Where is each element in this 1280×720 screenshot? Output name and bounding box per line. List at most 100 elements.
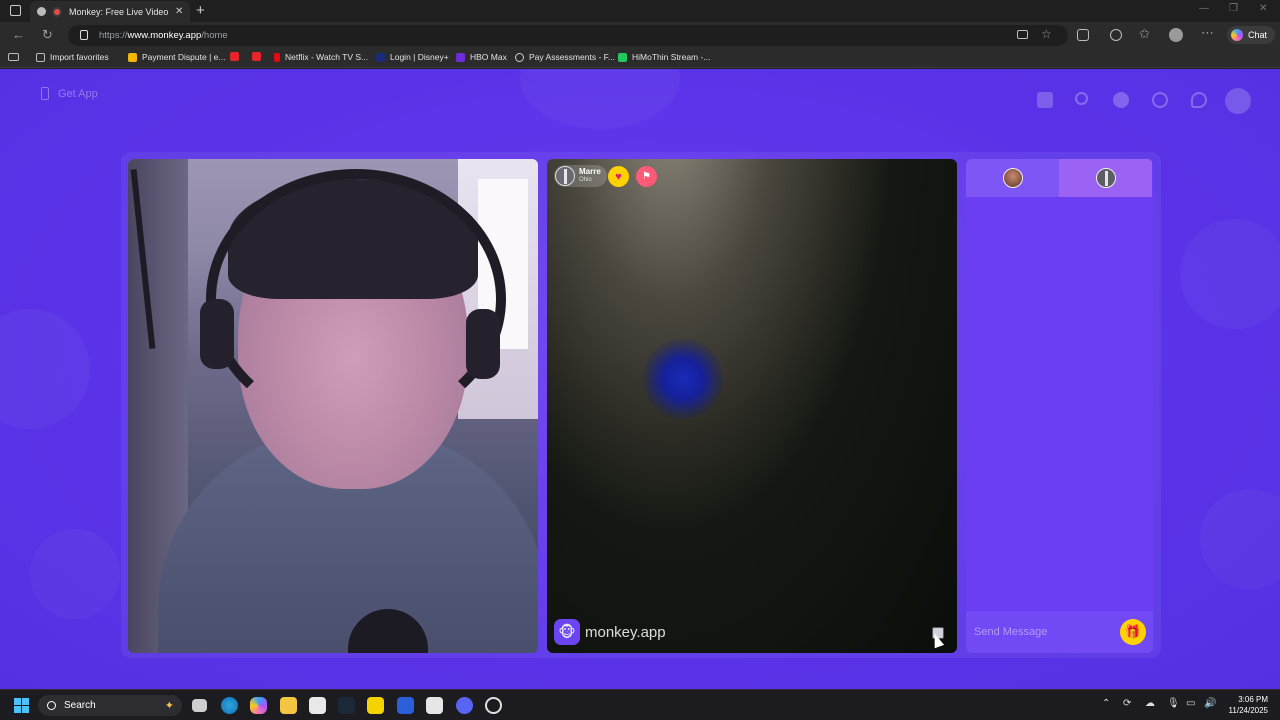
search-icon[interactable] xyxy=(1075,92,1088,105)
workspace-icon xyxy=(37,7,46,16)
browser-tab-monkey[interactable]: Monkey: Free Live Video Ch ✕ xyxy=(30,1,190,22)
onedrive-icon[interactable]: ☁ xyxy=(1145,698,1155,709)
heart-icon[interactable]: ♥ xyxy=(608,166,629,187)
background-bubble xyxy=(0,309,90,429)
chat-tab-peer[interactable] xyxy=(1059,159,1152,197)
tab-actions-icon[interactable] xyxy=(10,5,21,16)
copilot-icon xyxy=(1231,29,1243,41)
peer-info-badge[interactable]: Marre Ohio xyxy=(554,165,607,187)
send-message-input[interactable] xyxy=(974,626,1114,638)
browser-toolbar: ← ↻ https://www.monkey.app/home ☆ ✩ ⋯ Ch… xyxy=(0,22,1280,48)
headset-earcup-left xyxy=(200,299,234,369)
browser-essentials-icon[interactable] xyxy=(1110,29,1122,41)
monkey-favicon-icon xyxy=(52,6,62,17)
show-hidden-icons-icon[interactable]: ⌃ xyxy=(1102,698,1110,709)
discord-icon[interactable] xyxy=(456,697,473,714)
microsoft-store-icon[interactable] xyxy=(309,697,326,714)
new-tab-button[interactable]: + xyxy=(196,2,205,19)
background-bubble xyxy=(30,529,120,619)
extensions-icon[interactable] xyxy=(1077,29,1089,41)
messages-icon[interactable] xyxy=(1191,92,1207,108)
search-icon xyxy=(47,701,56,710)
camera-icon[interactable] xyxy=(1017,30,1028,39)
bookmarks-bar: Import favorites Payment Dispute | e... … xyxy=(0,48,1280,68)
bookmark-pay-assessments[interactable]: Pay Assessments - F... xyxy=(515,52,615,62)
task-view-icon[interactable] xyxy=(192,699,207,712)
bookmark-disney[interactable]: Login | Disney+ xyxy=(376,52,449,62)
favorites-icon[interactable]: ✩ xyxy=(1139,26,1150,42)
bookmark-payment-dispute[interactable]: Payment Dispute | e... xyxy=(128,52,225,62)
user-avatar-icon[interactable] xyxy=(1225,88,1251,114)
bookmark-youtube-2[interactable] xyxy=(252,52,266,61)
address-bar[interactable]: https://www.monkey.app/home ☆ xyxy=(68,25,1068,46)
self-video-feed xyxy=(128,159,538,653)
bookmark-import-favorites[interactable]: Import favorites xyxy=(36,52,109,62)
clock-time: 3:06 PM xyxy=(1238,695,1268,704)
windows-start-icon[interactable] xyxy=(14,698,29,713)
get-app-label: Get App xyxy=(58,87,98,100)
copilot-app-icon[interactable] xyxy=(250,697,267,714)
history-icon[interactable] xyxy=(1152,92,1168,108)
volume-icon[interactable]: 🔊 xyxy=(1204,698,1216,709)
maximize-button[interactable]: ❐ xyxy=(1229,3,1238,14)
headset-earcup-right xyxy=(466,309,500,379)
bookmark-himothin-stream[interactable]: HiMoThin Stream -... xyxy=(618,52,710,62)
reload-icon[interactable]: ↻ xyxy=(42,27,53,43)
background-bubble xyxy=(520,69,680,129)
chat-panel: 🎁 xyxy=(966,159,1153,653)
disney-icon xyxy=(376,52,385,62)
bookmark-youtube-1[interactable] xyxy=(230,52,244,61)
word-icon[interactable] xyxy=(397,697,414,714)
folder-icon xyxy=(36,52,45,62)
microphone-icon[interactable]: 🎙 xyxy=(1167,698,1180,709)
netflix-icon xyxy=(274,52,280,62)
taskbar-search[interactable]: Search ✦ xyxy=(38,695,182,716)
edge-browser-icon[interactable] xyxy=(221,697,238,714)
file-explorer-icon[interactable] xyxy=(280,697,297,714)
back-arrow-icon[interactable]: ← xyxy=(12,27,25,42)
get-app-button[interactable]: Get App xyxy=(28,87,98,100)
globe-icon xyxy=(515,52,524,62)
copilot-spark-icon: ✦ xyxy=(164,700,174,712)
clock-date: 11/24/2025 xyxy=(1228,706,1268,715)
copilot-chat-button[interactable]: Chat xyxy=(1227,26,1275,44)
hbo-max-icon xyxy=(456,52,465,62)
network-icon[interactable]: ▭ xyxy=(1186,698,1195,709)
peer-name-block: Marre Ohio xyxy=(579,168,601,184)
friends-icon[interactable] xyxy=(1113,92,1129,108)
flag-icon[interactable]: ⚑ xyxy=(636,166,657,187)
sync-icon[interactable]: ⟳ xyxy=(1123,698,1131,709)
youtube-icon xyxy=(252,52,261,61)
snipping-tool-icon[interactable] xyxy=(426,697,443,714)
profile-avatar-icon[interactable] xyxy=(1169,28,1183,42)
system-clock[interactable]: 3:06 PM 11/24/2025 xyxy=(1224,694,1268,716)
steam-icon[interactable] xyxy=(338,697,355,714)
close-window-button[interactable]: ✕ xyxy=(1259,3,1267,14)
gift-icon[interactable]: 🎁 xyxy=(1120,619,1146,645)
peer-avatar xyxy=(1095,168,1116,188)
youtube-icon xyxy=(230,52,239,61)
minimize-button[interactable]: — xyxy=(1199,3,1209,14)
bookmark-hbo-max[interactable]: HBO Max xyxy=(456,52,507,62)
lock-icon[interactable] xyxy=(80,30,88,40)
self-avatar xyxy=(1002,168,1023,188)
favorite-star-icon[interactable]: ☆ xyxy=(1041,27,1052,41)
payment-icon xyxy=(128,52,137,62)
blue-light-spot xyxy=(643,339,723,419)
bookmark-netflix[interactable]: Netflix - Watch TV S... xyxy=(274,52,368,62)
chat-label: Chat xyxy=(1248,30,1268,40)
chat-tab-self[interactable] xyxy=(966,159,1059,197)
obs-icon[interactable] xyxy=(485,697,502,714)
peer-avatar xyxy=(555,166,575,186)
store-icon[interactable] xyxy=(1037,92,1053,108)
more-menu-icon[interactable]: ⋯ xyxy=(1201,25,1214,41)
sidebar-toggle-icon[interactable] xyxy=(8,53,19,61)
background-bubble xyxy=(1180,219,1280,329)
url-text[interactable]: https://www.monkey.app/home xyxy=(99,30,228,41)
sticky-notes-icon[interactable] xyxy=(367,697,384,714)
peer-name: Marre xyxy=(579,167,601,176)
monkey-watermark: 🐵 monkey.app xyxy=(554,619,666,645)
message-bar: 🎁 xyxy=(966,611,1153,653)
tab-close-icon[interactable]: ✕ xyxy=(175,6,183,17)
monkey-logo-icon: 🐵 xyxy=(554,619,580,645)
